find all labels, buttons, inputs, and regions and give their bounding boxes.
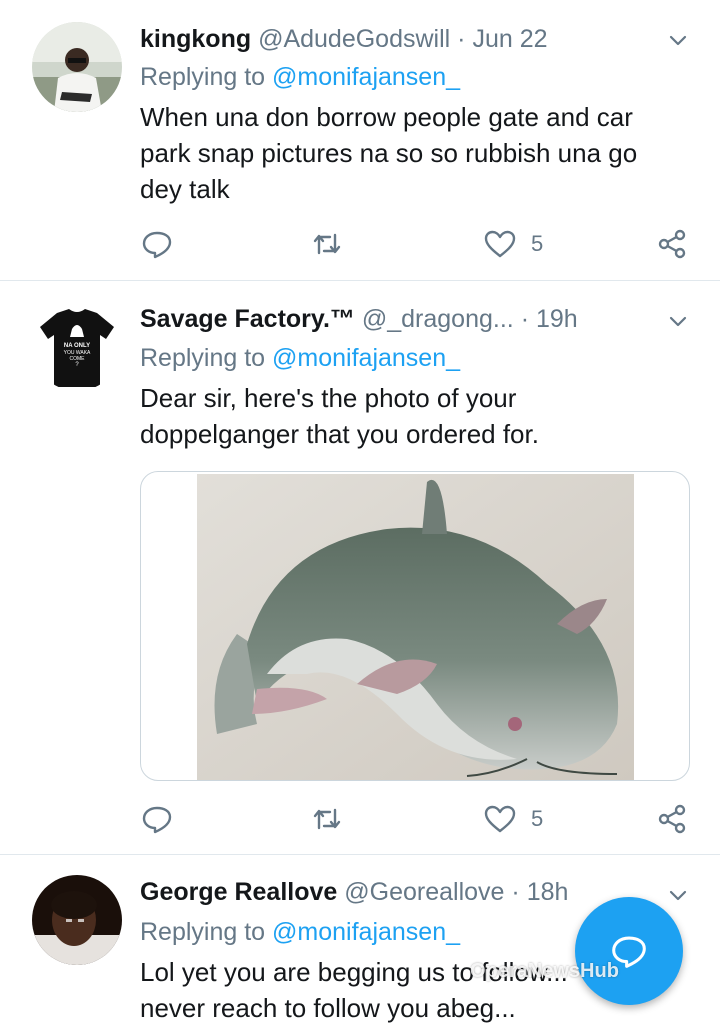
catfish-photo[interactable] [197, 474, 634, 780]
user-handle[interactable]: @AdudeGodswill [258, 25, 450, 53]
like-count: 5 [531, 231, 544, 256]
tweet-text-line: doppelganger that you ordered for. [140, 419, 539, 449]
like-button[interactable]: 5 [483, 224, 543, 264]
reply-button[interactable] [140, 224, 174, 264]
separator-dot: · [520, 305, 530, 333]
separator-dot: · [511, 878, 520, 906]
separator-dot: · [457, 25, 466, 53]
tweet-text-line: dey talk [140, 174, 230, 204]
tweet-text: When una don borrow people gate and car … [140, 99, 700, 207]
retweet-icon [313, 808, 341, 830]
display-name[interactable]: kingkong [140, 25, 251, 53]
reply-icon [142, 806, 172, 834]
tweet-header: kingkong @AdudeGodswill · Jun 22 [140, 22, 660, 56]
avatar[interactable] [32, 22, 122, 112]
display-name[interactable]: George Reallove [140, 878, 337, 906]
chevron-down-icon[interactable] [666, 28, 690, 52]
compose-reply-button[interactable] [575, 897, 683, 1005]
watermark: OperaNewsHub [470, 960, 619, 982]
tweet-actions: 5 [140, 224, 700, 264]
share-button[interactable] [655, 799, 689, 839]
shirt-text: NA ONLY [64, 343, 90, 349]
mention-link[interactable]: @monifajansen_ [272, 63, 460, 91]
tweet-header: Savage Factory.™ @_dragong... · 19h [140, 302, 660, 336]
heart-icon [484, 805, 516, 833]
replying-label: Replying to [140, 918, 266, 946]
heart-icon [484, 230, 516, 258]
mention-link[interactable]: @monifajansen_ [272, 918, 460, 946]
replying-to: Replying to @monifajansen_ [140, 60, 460, 94]
replying-label: Replying to [140, 344, 266, 372]
mention-link[interactable]: @monifajansen_ [272, 344, 460, 372]
share-icon [658, 229, 686, 259]
like-button[interactable]: 5 [483, 799, 543, 839]
tweet-media-card[interactable] [140, 471, 690, 781]
tweet-text: Dear sir, here's the photo of your doppe… [140, 380, 700, 452]
timestamp[interactable]: 18h [527, 878, 569, 906]
timestamp[interactable]: Jun 22 [472, 25, 547, 53]
reply-button[interactable] [140, 799, 174, 839]
replying-label: Replying to [140, 63, 266, 91]
reply-icon [142, 231, 172, 259]
avatar[interactable]: NA ONLY YOU WAKA COME ? [32, 301, 122, 391]
chevron-down-icon[interactable] [666, 883, 690, 907]
avatar[interactable] [32, 875, 122, 965]
replying-to: Replying to @monifajansen_ [140, 915, 460, 949]
tweet-kingkong[interactable]: kingkong @AdudeGodswill · Jun 22 Replyin… [0, 0, 720, 281]
replying-to: Replying to @monifajansen_ [140, 341, 460, 375]
like-count: 5 [531, 806, 544, 831]
timestamp[interactable]: 19h [536, 305, 578, 333]
share-icon [658, 804, 686, 834]
tweet-text-line: park snap pictures na so so rubbish una … [140, 138, 638, 168]
retweet-button[interactable] [310, 799, 344, 839]
chevron-down-icon[interactable] [666, 309, 690, 333]
retweet-icon [313, 233, 341, 255]
retweet-button[interactable] [310, 224, 344, 264]
user-handle[interactable]: @_dragong... [362, 305, 514, 333]
tweet-text-line: Dear sir, here's the photo of your [140, 383, 517, 413]
user-handle[interactable]: @Georeallove [344, 878, 504, 906]
tweet-actions: 5 [140, 799, 700, 839]
display-name[interactable]: Savage Factory.™ [140, 305, 355, 333]
tweet-header: George Reallove @Georeallove · 18h [140, 875, 660, 909]
tweet-text-line: When una don borrow people gate and car [140, 102, 633, 132]
share-button[interactable] [655, 224, 689, 264]
